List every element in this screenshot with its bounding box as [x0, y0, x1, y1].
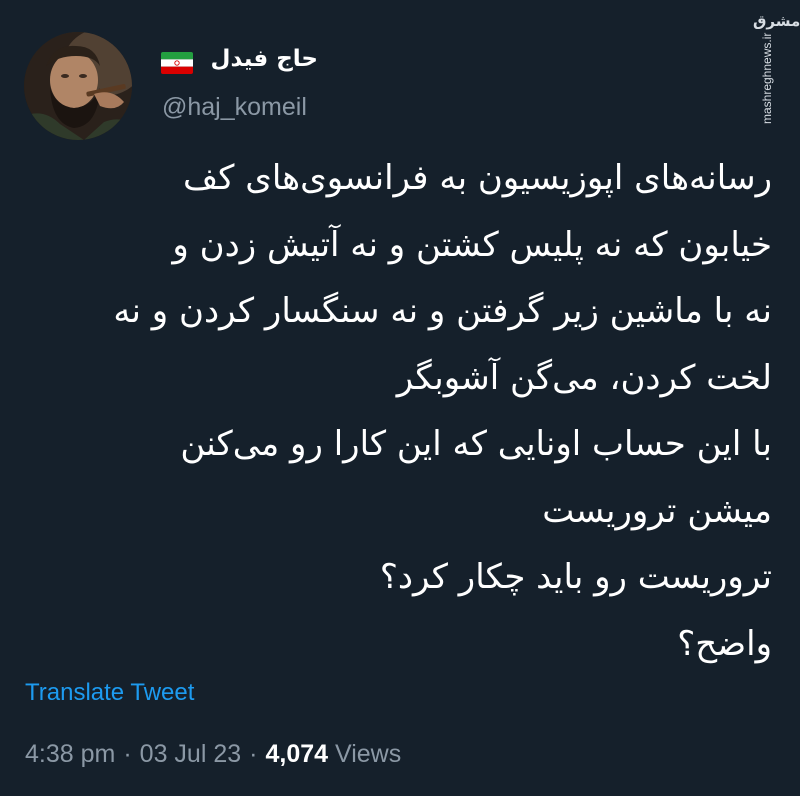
- tweet-time[interactable]: 4:38 pm: [25, 740, 115, 768]
- iran-flag-icon: [161, 52, 193, 74]
- avatar[interactable]: [24, 32, 132, 140]
- tweet-date[interactable]: 03 Jul 23: [140, 740, 241, 768]
- tweet-text-line: واضح؟: [677, 623, 772, 664]
- tweet-text-line: خیابون که نه پلیس کشتن و نه آتیش زدن و: [172, 224, 772, 265]
- tweet-meta: 4:38 pm · 03 Jul 23 · 4,074 Views: [25, 740, 401, 769]
- tweet-text-line: رسانه‌های اپوزیسیون به فرانسوی‌های کف: [183, 158, 772, 198]
- avatar-portrait-icon: [24, 32, 132, 140]
- tweet-text-line: با این حساب اونایی که این کارا رو می‌کنن: [180, 424, 772, 464]
- watermark-logo: مشرق: [753, 12, 800, 30]
- tweet-text-line: لخت کردن، می‌گن آشوبگر: [396, 357, 772, 398]
- tweet-text-line: تروریست رو باید چکار کرد؟: [379, 557, 772, 597]
- watermark-domain: mashreghnews.ir: [760, 32, 774, 124]
- meta-separator: ·: [249, 740, 258, 768]
- watermark: مشرق mashreghnews.ir: [750, 12, 800, 124]
- tweet-text: رسانه‌های اپوزیسیون به فرانسوی‌های کف خی…: [22, 145, 772, 677]
- meta-separator: ·: [123, 740, 132, 768]
- views-count: 4,074: [265, 740, 329, 768]
- author-handle[interactable]: @haj_komeil: [162, 93, 307, 122]
- views-label: Views: [334, 740, 402, 768]
- translate-tweet-link[interactable]: Translate Tweet: [25, 679, 194, 707]
- tweet-screenshot: حاج فیدل @haj_komeil مشرق mashreghnews.i…: [0, 0, 800, 796]
- tweet-text-line: میشن تروریست: [542, 490, 772, 531]
- author-display-name[interactable]: حاج فیدل: [211, 46, 319, 72]
- tweet-text-line: نه با ماشین زیر گرفتن و نه سنگسار کردن و…: [113, 291, 772, 331]
